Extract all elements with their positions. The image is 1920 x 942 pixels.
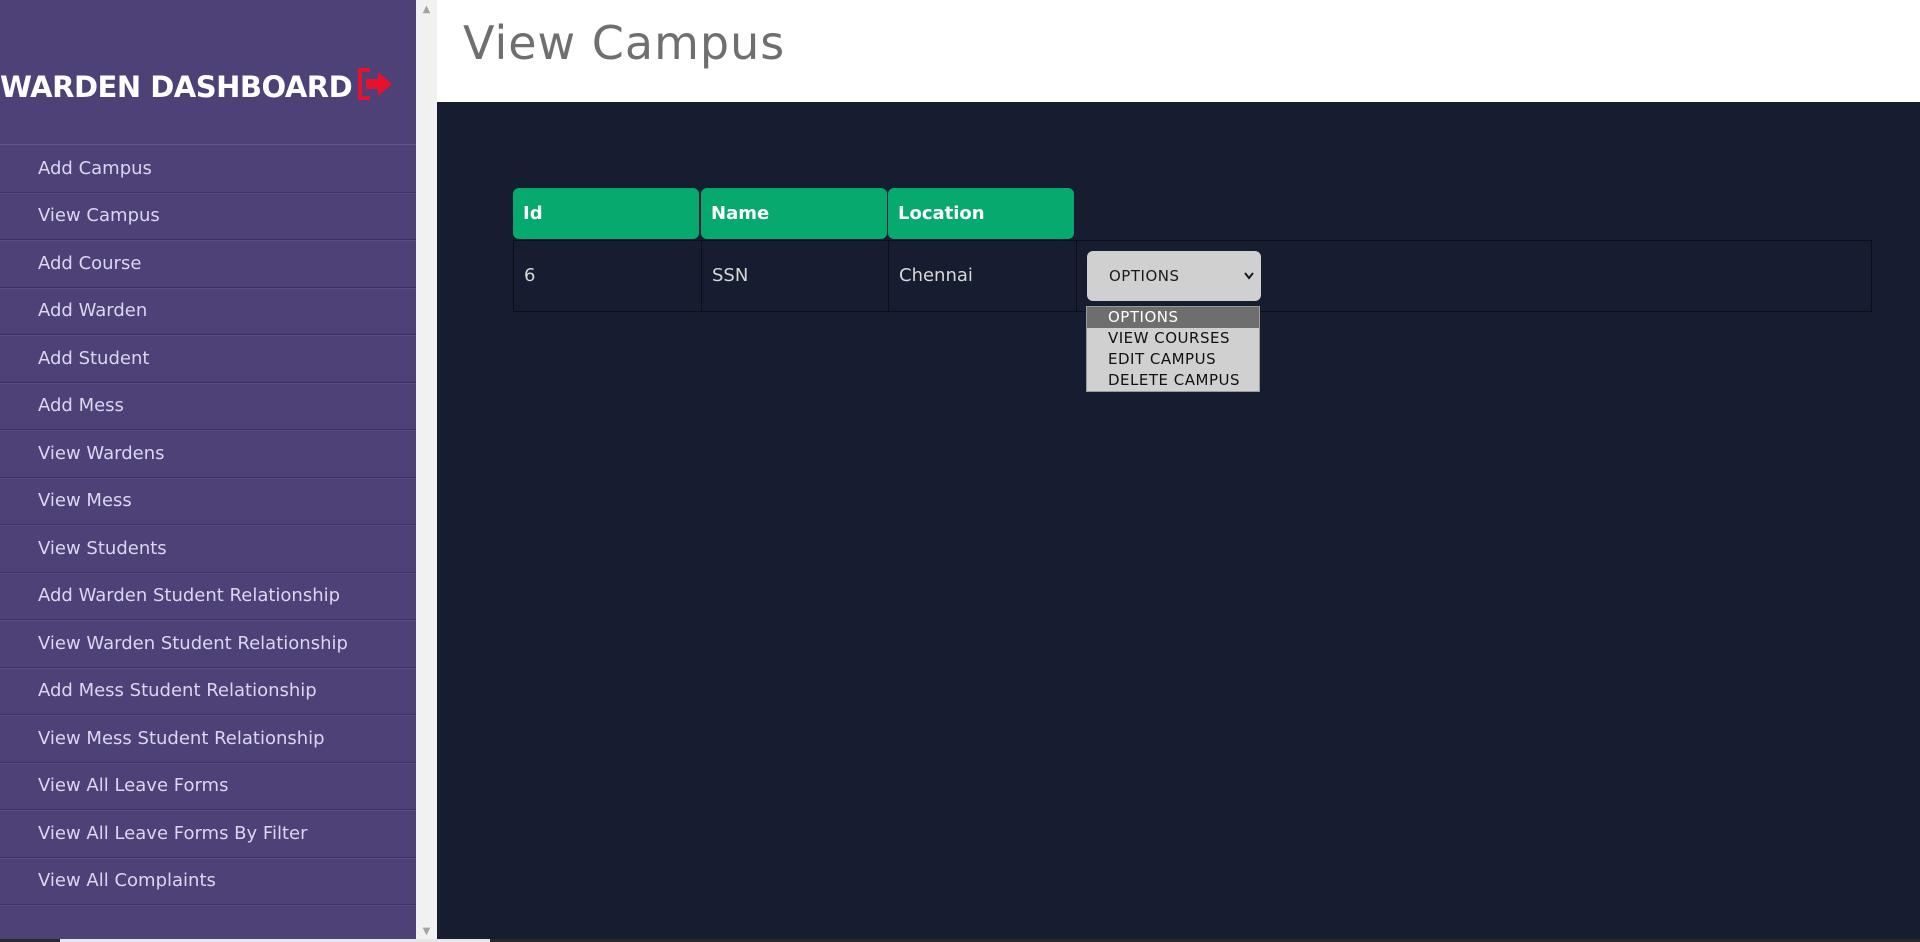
scrollbar-thumb[interactable] bbox=[420, 22, 433, 918]
sidebar-item-view-campus[interactable]: View Campus bbox=[0, 193, 416, 240]
sidebar: WARDEN DASHBOARD Add Campus View Campus … bbox=[0, 0, 416, 942]
sidebar-header: WARDEN DASHBOARD bbox=[0, 62, 416, 114]
dropdown-option-edit-campus[interactable]: EDIT CAMPUS bbox=[1087, 349, 1259, 370]
column-header-location: Location bbox=[888, 188, 1074, 239]
sidebar-item-view-all-leave-forms-by-filter[interactable]: View All Leave Forms By Filter bbox=[0, 810, 416, 858]
main-header: View Campus bbox=[437, 0, 1920, 102]
cell-name: SSN bbox=[702, 241, 889, 311]
sidebar-item-view-mess[interactable]: View Mess bbox=[0, 478, 416, 525]
sidebar-item-view-wardens[interactable]: View Wardens bbox=[0, 430, 416, 478]
options-dropdown-list: OPTIONS VIEW COURSES EDIT CAMPUS DELETE … bbox=[1086, 306, 1260, 392]
sidebar-item-add-campus[interactable]: Add Campus bbox=[0, 145, 416, 193]
dropdown-option-delete-campus[interactable]: DELETE CAMPUS bbox=[1087, 370, 1259, 391]
sidebar-scrollbar[interactable]: ▲ ▼ bbox=[416, 0, 437, 942]
sidebar-nav: Add Campus View Campus Add Course Add Wa… bbox=[0, 144, 416, 905]
sidebar-title: WARDEN DASHBOARD bbox=[0, 70, 353, 104]
column-header-id: Id bbox=[513, 188, 699, 239]
sidebar-item-view-warden-student-relationship[interactable]: View Warden Student Relationship bbox=[0, 620, 416, 668]
sidebar-item-add-warden[interactable]: Add Warden bbox=[0, 288, 416, 335]
sidebar-item-add-warden-student-relationship[interactable]: Add Warden Student Relationship bbox=[0, 573, 416, 620]
cell-location: Chennai bbox=[889, 241, 1077, 311]
sidebar-item-view-students[interactable]: View Students bbox=[0, 525, 416, 573]
column-header-name: Name bbox=[701, 188, 887, 239]
dropdown-option-options[interactable]: OPTIONS bbox=[1087, 307, 1259, 328]
sidebar-item-view-mess-student-relationship[interactable]: View Mess Student Relationship bbox=[0, 715, 416, 763]
sidebar-item-add-course[interactable]: Add Course bbox=[0, 240, 416, 288]
sign-out-icon[interactable] bbox=[356, 66, 396, 102]
table-row: 6 SSN Chennai OPTIONS bbox=[513, 240, 1872, 312]
sidebar-item-view-all-complaints[interactable]: View All Complaints bbox=[0, 858, 416, 905]
cell-id: 6 bbox=[514, 241, 702, 311]
sidebar-item-view-all-leave-forms[interactable]: View All Leave Forms bbox=[0, 763, 416, 810]
app-window: WARDEN DASHBOARD Add Campus View Campus … bbox=[0, 0, 1920, 942]
sidebar-item-add-mess-student-relationship[interactable]: Add Mess Student Relationship bbox=[0, 668, 416, 715]
options-select[interactable]: OPTIONS bbox=[1087, 251, 1261, 301]
scroll-up-arrow-icon[interactable]: ▲ bbox=[416, 0, 437, 20]
dropdown-option-view-courses[interactable]: VIEW COURSES bbox=[1087, 328, 1259, 349]
options-select-value: OPTIONS bbox=[1109, 267, 1180, 285]
page-title: View Campus bbox=[463, 16, 786, 70]
sidebar-item-add-mess[interactable]: Add Mess bbox=[0, 383, 416, 430]
sidebar-item-add-student[interactable]: Add Student bbox=[0, 335, 416, 383]
